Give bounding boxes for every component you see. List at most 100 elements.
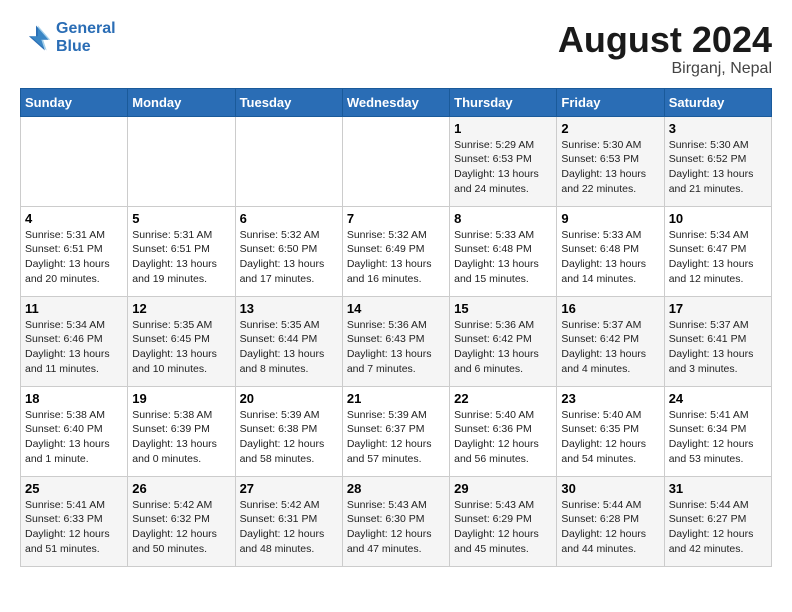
day-number: 30 xyxy=(561,481,659,496)
day-number: 1 xyxy=(454,121,552,136)
calendar-cell: 29 Sunrise: 5:43 AM Sunset: 6:29 PM Dayli… xyxy=(450,476,557,566)
calendar-cell: 30Sunrise: 5:44 AM Sunset: 6:28 PM Dayli… xyxy=(557,476,664,566)
day-info: Sunrise: 5:39 AM Sunset: 6:37 PM Dayligh… xyxy=(347,408,445,467)
day-number: 20 xyxy=(240,391,338,406)
weekday-header-wednesday: Wednesday xyxy=(342,88,449,116)
calendar-cell: 4 Sunrise: 5:31 AM Sunset: 6:51 PM Daylig… xyxy=(21,206,128,296)
day-info: Sunrise: 5:30 AM Sunset: 6:52 PM Dayligh… xyxy=(669,138,767,197)
day-info: Sunrise: 5:33 AM Sunset: 6:48 PM Dayligh… xyxy=(454,228,552,287)
day-number: 25 xyxy=(25,481,123,496)
calendar-cell xyxy=(21,116,128,206)
location: Birganj, Nepal xyxy=(558,60,772,78)
day-info: Sunrise: 5:31 AM Sunset: 6:51 PM Dayligh… xyxy=(25,228,123,287)
day-number: 24 xyxy=(669,391,767,406)
day-info: Sunrise: 5:37 AM Sunset: 6:42 PM Dayligh… xyxy=(561,318,659,377)
calendar-week-3: 11 Sunrise: 5:34 AM Sunset: 6:46 PM Dayli… xyxy=(21,296,772,386)
weekday-header-friday: Friday xyxy=(557,88,664,116)
calendar-cell: 7Sunrise: 5:32 AM Sunset: 6:49 PM Daylig… xyxy=(342,206,449,296)
day-info: Sunrise: 5:33 AM Sunset: 6:48 PM Dayligh… xyxy=(561,228,659,287)
calendar-cell: 20 Sunrise: 5:39 AM Sunset: 6:38 PM Dayli… xyxy=(235,386,342,476)
day-info: Sunrise: 5:42 AM Sunset: 6:31 PM Dayligh… xyxy=(240,498,338,557)
calendar-cell: 15 Sunrise: 5:36 AM Sunset: 6:42 PM Dayli… xyxy=(450,296,557,386)
calendar-week-2: 4 Sunrise: 5:31 AM Sunset: 6:51 PM Daylig… xyxy=(21,206,772,296)
calendar-cell: 18Sunrise: 5:38 AM Sunset: 6:40 PM Dayli… xyxy=(21,386,128,476)
day-info: Sunrise: 5:31 AM Sunset: 6:51 PM Dayligh… xyxy=(132,228,230,287)
day-number: 3 xyxy=(669,121,767,136)
calendar-cell: 24 Sunrise: 5:41 AM Sunset: 6:34 PM Dayli… xyxy=(664,386,771,476)
day-number: 8 xyxy=(454,211,552,226)
calendar-cell: 1 Sunrise: 5:29 AM Sunset: 6:53 PM Daylig… xyxy=(450,116,557,206)
weekday-header-thursday: Thursday xyxy=(450,88,557,116)
day-info: Sunrise: 5:41 AM Sunset: 6:34 PM Dayligh… xyxy=(669,408,767,467)
calendar-cell xyxy=(342,116,449,206)
day-info: Sunrise: 5:34 AM Sunset: 6:47 PM Dayligh… xyxy=(669,228,767,287)
calendar-cell: 12 Sunrise: 5:35 AM Sunset: 6:45 PM Dayli… xyxy=(128,296,235,386)
day-number: 15 xyxy=(454,301,552,316)
calendar-cell xyxy=(128,116,235,206)
day-number: 26 xyxy=(132,481,230,496)
day-number: 23 xyxy=(561,391,659,406)
day-number: 10 xyxy=(669,211,767,226)
day-number: 5 xyxy=(132,211,230,226)
weekday-row: SundayMondayTuesdayWednesdayThursdayFrid… xyxy=(21,88,772,116)
day-number: 22 xyxy=(454,391,552,406)
day-info: Sunrise: 5:29 AM Sunset: 6:53 PM Dayligh… xyxy=(454,138,552,197)
day-info: Sunrise: 5:34 AM Sunset: 6:46 PM Dayligh… xyxy=(25,318,123,377)
title-block: August 2024 Birganj, Nepal xyxy=(558,20,772,78)
day-number: 29 xyxy=(454,481,552,496)
day-info: Sunrise: 5:42 AM Sunset: 6:32 PM Dayligh… xyxy=(132,498,230,557)
day-number: 7 xyxy=(347,211,445,226)
logo-icon xyxy=(20,22,52,54)
day-info: Sunrise: 5:43 AM Sunset: 6:30 PM Dayligh… xyxy=(347,498,445,557)
day-info: Sunrise: 5:36 AM Sunset: 6:42 PM Dayligh… xyxy=(454,318,552,377)
day-info: Sunrise: 5:35 AM Sunset: 6:44 PM Dayligh… xyxy=(240,318,338,377)
day-number: 11 xyxy=(25,301,123,316)
day-info: Sunrise: 5:43 AM Sunset: 6:29 PM Dayligh… xyxy=(454,498,552,557)
day-number: 2 xyxy=(561,121,659,136)
day-number: 12 xyxy=(132,301,230,316)
calendar-cell: 26 Sunrise: 5:42 AM Sunset: 6:32 PM Dayli… xyxy=(128,476,235,566)
day-number: 27 xyxy=(240,481,338,496)
calendar-cell: 21Sunrise: 5:39 AM Sunset: 6:37 PM Dayli… xyxy=(342,386,449,476)
calendar-body: 1 Sunrise: 5:29 AM Sunset: 6:53 PM Daylig… xyxy=(21,116,772,566)
day-info: Sunrise: 5:38 AM Sunset: 6:40 PM Dayligh… xyxy=(25,408,123,467)
day-info: Sunrise: 5:35 AM Sunset: 6:45 PM Dayligh… xyxy=(132,318,230,377)
calendar-cell: 31 Sunrise: 5:44 AM Sunset: 6:27 PM Dayli… xyxy=(664,476,771,566)
day-number: 6 xyxy=(240,211,338,226)
calendar-cell: 16 Sunrise: 5:37 AM Sunset: 6:42 PM Dayli… xyxy=(557,296,664,386)
day-number: 17 xyxy=(669,301,767,316)
calendar-table: SundayMondayTuesdayWednesdayThursdayFrid… xyxy=(20,88,772,567)
weekday-header-sunday: Sunday xyxy=(21,88,128,116)
day-info: Sunrise: 5:32 AM Sunset: 6:50 PM Dayligh… xyxy=(240,228,338,287)
calendar-cell: 22 Sunrise: 5:40 AM Sunset: 6:36 PM Dayli… xyxy=(450,386,557,476)
weekday-header-tuesday: Tuesday xyxy=(235,88,342,116)
calendar-cell: 14 Sunrise: 5:36 AM Sunset: 6:43 PM Dayli… xyxy=(342,296,449,386)
day-info: Sunrise: 5:44 AM Sunset: 6:27 PM Dayligh… xyxy=(669,498,767,557)
month-title: August 2024 xyxy=(558,20,772,60)
calendar-cell: 23Sunrise: 5:40 AM Sunset: 6:35 PM Dayli… xyxy=(557,386,664,476)
calendar-cell: 5 Sunrise: 5:31 AM Sunset: 6:51 PM Daylig… xyxy=(128,206,235,296)
day-number: 9 xyxy=(561,211,659,226)
weekday-header-saturday: Saturday xyxy=(664,88,771,116)
day-info: Sunrise: 5:40 AM Sunset: 6:36 PM Dayligh… xyxy=(454,408,552,467)
calendar-cell: 19 Sunrise: 5:38 AM Sunset: 6:39 PM Dayli… xyxy=(128,386,235,476)
day-number: 19 xyxy=(132,391,230,406)
day-info: Sunrise: 5:39 AM Sunset: 6:38 PM Dayligh… xyxy=(240,408,338,467)
calendar-cell: 9 Sunrise: 5:33 AM Sunset: 6:48 PM Daylig… xyxy=(557,206,664,296)
day-number: 28 xyxy=(347,481,445,496)
day-number: 14 xyxy=(347,301,445,316)
calendar-week-5: 25Sunrise: 5:41 AM Sunset: 6:33 PM Dayli… xyxy=(21,476,772,566)
calendar-cell: 28 Sunrise: 5:43 AM Sunset: 6:30 PM Dayli… xyxy=(342,476,449,566)
day-number: 31 xyxy=(669,481,767,496)
page-header: General Blue August 2024 Birganj, Nepal xyxy=(20,20,772,78)
calendar-cell: 13Sunrise: 5:35 AM Sunset: 6:44 PM Dayli… xyxy=(235,296,342,386)
calendar-cell: 10 Sunrise: 5:34 AM Sunset: 6:47 PM Dayli… xyxy=(664,206,771,296)
day-info: Sunrise: 5:36 AM Sunset: 6:43 PM Dayligh… xyxy=(347,318,445,377)
day-info: Sunrise: 5:37 AM Sunset: 6:41 PM Dayligh… xyxy=(669,318,767,377)
day-number: 16 xyxy=(561,301,659,316)
day-info: Sunrise: 5:38 AM Sunset: 6:39 PM Dayligh… xyxy=(132,408,230,467)
day-number: 4 xyxy=(25,211,123,226)
calendar-header: SundayMondayTuesdayWednesdayThursdayFrid… xyxy=(21,88,772,116)
calendar-cell: 8 Sunrise: 5:33 AM Sunset: 6:48 PM Daylig… xyxy=(450,206,557,296)
calendar-cell: 17 Sunrise: 5:37 AM Sunset: 6:41 PM Dayli… xyxy=(664,296,771,386)
